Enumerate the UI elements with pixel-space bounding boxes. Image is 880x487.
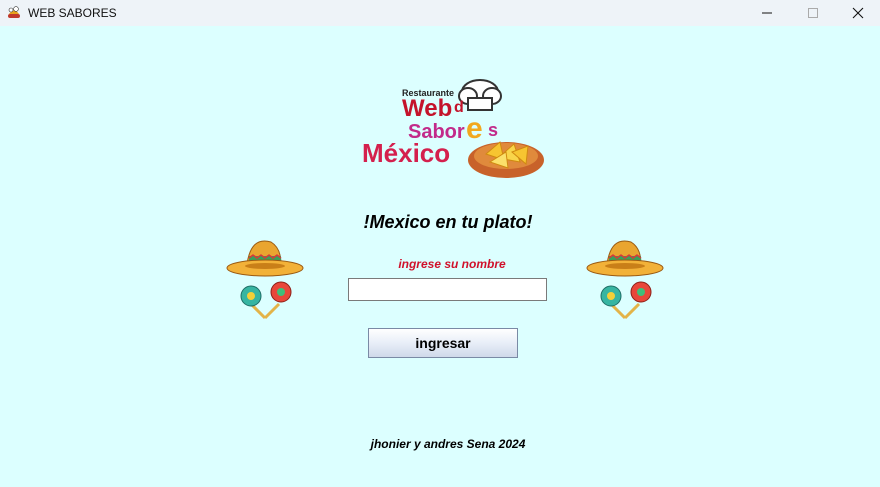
close-icon xyxy=(852,7,864,19)
ingresar-button[interactable]: ingresar xyxy=(368,328,518,358)
sombrero-maracas-icon xyxy=(586,240,664,320)
logo-mexico: México xyxy=(362,138,450,168)
chef-hat-icon xyxy=(458,79,502,111)
close-button[interactable] xyxy=(835,0,880,26)
nacho-plate-icon xyxy=(468,141,544,178)
name-label: ingrese su nombre xyxy=(398,257,506,271)
name-input[interactable] xyxy=(348,278,547,301)
sombrero-maracas-icon xyxy=(226,240,304,320)
slogan: !Mexico en tu plato! xyxy=(363,212,533,232)
window-title: WEB SABORES xyxy=(28,6,117,20)
logo-web: Web xyxy=(402,95,452,122)
title-bar: WEB SABORES xyxy=(0,0,880,26)
maximize-icon xyxy=(808,8,818,18)
credits-text: jhonier y andres Sena 2024 xyxy=(370,437,526,451)
restaurant-logo: Restaurante Web d Sabor e s México xyxy=(362,79,544,178)
minimize-icon xyxy=(762,12,772,14)
logo-d: d xyxy=(454,99,464,116)
logo-e: e xyxy=(466,112,483,145)
maximize-button[interactable] xyxy=(790,0,836,26)
minimize-button[interactable] xyxy=(744,0,790,26)
app-icon xyxy=(8,6,20,18)
logo-s: s xyxy=(488,120,498,140)
